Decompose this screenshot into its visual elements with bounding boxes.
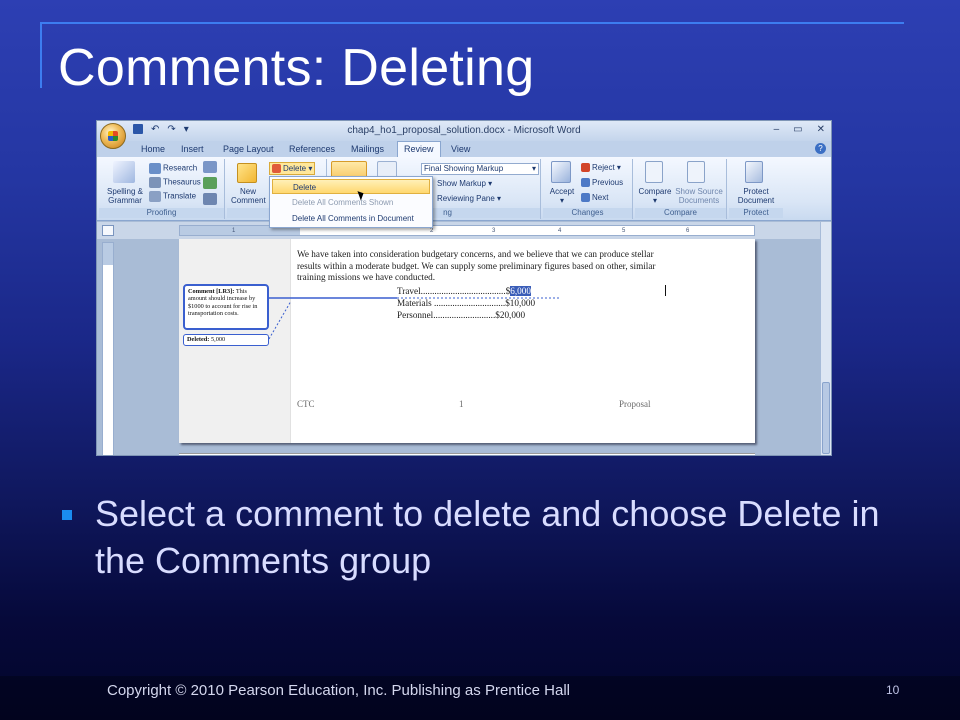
document-page[interactable]: We have taken into consideration budgeta… (179, 239, 755, 443)
ribbon-tabs: Home Insert Page Layout References Maili… (97, 141, 831, 157)
delete-comment-button[interactable]: Delete ▾ (269, 162, 316, 176)
window-title: chap4_ho1_proposal_solution.docx - Micro… (347, 125, 581, 136)
ruler-tick: 5 (622, 228, 626, 234)
ruler-row: 1 2 3 4 5 6 (97, 222, 831, 239)
protect-group-label: Protect (729, 208, 783, 218)
research-button[interactable]: Research (149, 163, 197, 174)
close-icon[interactable]: ✕ (817, 124, 825, 135)
document-paragraph[interactable]: We have taken into consideration budgeta… (297, 249, 667, 284)
horizontal-ruler[interactable]: 1 2 3 4 5 6 (179, 225, 755, 236)
protect-document-button[interactable]: Protect Document (731, 187, 781, 205)
thesaurus-button[interactable]: Thesaurus (149, 177, 201, 188)
office-button[interactable] (100, 123, 126, 149)
accept-icon (551, 161, 571, 183)
show-source-icon (687, 161, 705, 183)
budget-line-travel[interactable]: Travel..................................… (397, 286, 531, 296)
window-controls: – ▭ ✕ (774, 124, 825, 135)
help-icon[interactable]: ? (815, 143, 826, 154)
menu-item-delete-all-in-document[interactable]: Delete All Comments in Document (272, 211, 430, 226)
spelling-grammar-button[interactable]: Spelling & Grammar (103, 187, 147, 205)
delete-comment-icon (272, 164, 281, 174)
copyright-text: Copyright © 2010 Pearson Education, Inc.… (107, 682, 570, 699)
vertical-ruler[interactable] (102, 242, 114, 455)
ruler-tick: 3 (492, 228, 496, 234)
minimize-icon[interactable]: – (774, 124, 780, 135)
doc-footer-left: CTC (297, 399, 315, 409)
thesaurus-icon (149, 177, 161, 188)
research-icon (149, 163, 161, 174)
protect-document-icon (745, 161, 763, 183)
chevron-down-icon: ▾ (531, 164, 536, 173)
compare-group: Compare ▾ Show Source Documents Compare (635, 159, 727, 219)
scrollbar-thumb[interactable] (822, 382, 830, 454)
protect-group: Protect Document Protect (729, 159, 783, 219)
budget-line-personnel[interactable]: Personnel...........................$20,… (397, 310, 525, 320)
ruler-tick: 4 (558, 228, 562, 234)
next-icon (581, 193, 590, 203)
proofing-group: Spelling & Grammar Research Thesaurus Tr… (99, 159, 225, 219)
menu-item-delete-all-shown[interactable]: Delete All Comments Shown (272, 195, 430, 210)
title-accent-line (40, 22, 904, 24)
display-for-review-select[interactable]: Final Showing Markup ▾ (421, 163, 539, 175)
new-comment-icon (237, 163, 257, 183)
set-language-icon[interactable] (203, 177, 217, 189)
menu-item-delete[interactable]: Delete (272, 179, 430, 194)
tab-references[interactable]: References (285, 143, 339, 155)
reject-icon (581, 163, 590, 173)
reviewing-pane-button[interactable]: Reviewing Pane ▾ (437, 194, 501, 203)
word-count-icon[interactable] (203, 193, 217, 205)
selected-amount: 6,000 (510, 286, 531, 296)
show-source-documents-button[interactable]: Show Source Documents (673, 187, 725, 205)
slide-number: 10 (886, 683, 900, 697)
chevron-down-icon: ▾ (308, 164, 313, 173)
changes-group-label: Changes (543, 208, 632, 218)
new-comment-button[interactable]: New Comment (231, 187, 266, 205)
language-icon[interactable] (203, 161, 217, 173)
vertical-scrollbar[interactable] (820, 222, 831, 455)
changes-group: Accept ▾ Reject ▾ Previous Next Changes (543, 159, 633, 219)
ruler-tick: 1 (232, 228, 236, 234)
word-title-bar: ↶ ↷ ▾ chap4_ho1_proposal_solution.docx -… (97, 121, 831, 141)
doc-footer-page: 1 (459, 399, 464, 409)
slide-title: Comments: Deleting (58, 39, 535, 97)
word-screenshot: ↶ ↷ ▾ chap4_ho1_proposal_solution.docx -… (96, 120, 832, 456)
compare-button[interactable]: Compare ▾ (637, 187, 673, 205)
comment-balloon[interactable]: Comment [LR3]: This amount should increa… (183, 284, 269, 330)
delete-dropdown-menu: Delete Delete All Comments Shown Delete … (269, 176, 433, 228)
ribbon: Spelling & Grammar Research Thesaurus Tr… (97, 157, 831, 221)
budget-line-materials[interactable]: Materials ..............................… (397, 298, 535, 308)
doc-footer-right: Proposal (619, 399, 651, 409)
translate-button[interactable]: Translate (149, 191, 196, 202)
tab-home[interactable]: Home (137, 143, 169, 155)
spelling-grammar-icon (113, 161, 135, 183)
previous-button[interactable]: Previous (581, 178, 623, 188)
ruler-margin (103, 243, 113, 265)
tab-selector-icon[interactable] (102, 225, 114, 236)
bullet-icon (62, 510, 72, 520)
previous-icon (581, 178, 590, 188)
compare-group-label: Compare (635, 208, 726, 218)
bullet-text: Select a comment to delete and choose De… (95, 493, 880, 581)
tab-page-layout[interactable]: Page Layout (219, 143, 278, 155)
tab-view[interactable]: View (447, 143, 474, 155)
accept-button[interactable]: Accept ▾ (547, 187, 577, 205)
title-accent-bar (40, 22, 42, 88)
tab-review[interactable]: Review (397, 141, 441, 157)
tab-insert[interactable]: Insert (177, 143, 208, 155)
text-cursor (665, 285, 666, 296)
ruler-tick: 2 (430, 228, 434, 234)
restore-icon[interactable]: ▭ (793, 124, 802, 135)
deleted-balloon[interactable]: Deleted: 5,000 (183, 334, 269, 346)
show-markup-button[interactable]: Show Markup ▾ (437, 179, 492, 188)
compare-icon (645, 161, 663, 183)
translate-icon (149, 191, 161, 202)
next-button[interactable]: Next (581, 193, 608, 203)
reject-button[interactable]: Reject ▾ (581, 163, 621, 173)
proofing-group-label: Proofing (99, 208, 224, 218)
ruler-tick: 6 (686, 228, 690, 234)
tab-mailings[interactable]: Mailings (347, 143, 388, 155)
next-page-edge (179, 453, 755, 455)
